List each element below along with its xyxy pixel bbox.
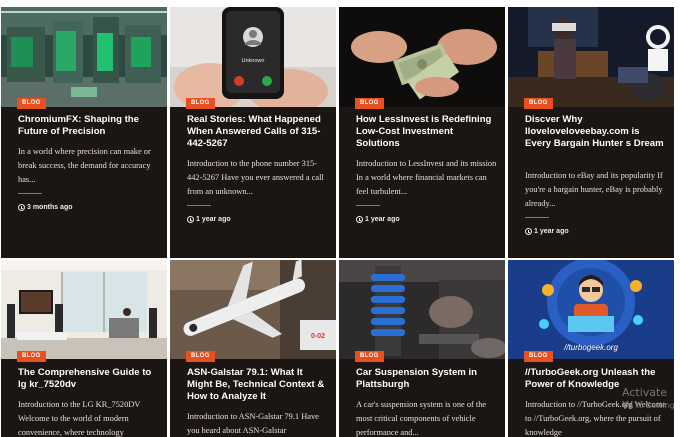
- post-grid: BLOG ChromiumFX: Shaping the Future of P…: [1, 7, 677, 437]
- post-card[interactable]: Unknown BLOG Real Stories: What Happened…: [170, 7, 336, 258]
- category-badge[interactable]: BLOG: [186, 351, 215, 362]
- clock-icon: [525, 228, 532, 235]
- category-badge[interactable]: BLOG: [524, 98, 553, 109]
- post-title[interactable]: Discver Why Iloveloveloveebay.com is Eve…: [525, 114, 665, 150]
- turbogeek-url-caption: //turbogeek.org: [563, 343, 618, 352]
- category-badge[interactable]: BLOG: [17, 98, 46, 109]
- activate-windows-hint: Go to Setting: [622, 401, 675, 410]
- clock-icon: [187, 216, 194, 223]
- category-badge[interactable]: BLOG: [17, 351, 46, 362]
- post-title[interactable]: ASN-Galstar 79.1: What It Might Be, Tech…: [187, 367, 327, 403]
- post-excerpt: Introduction to LessInvest and its missi…: [356, 159, 497, 196]
- post-card[interactable]: BLOG Discver Why Iloveloveloveebay.com i…: [508, 7, 674, 258]
- post-excerpt: Introduction to eBay and its popularity …: [525, 171, 663, 208]
- post-title[interactable]: Car Suspension System in Plattsburgh: [356, 367, 496, 391]
- category-badge[interactable]: BLOG: [186, 98, 215, 109]
- post-title[interactable]: ChromiumFX: Shaping the Future of Precis…: [18, 114, 158, 138]
- car-suspension-image[interactable]: [339, 260, 505, 359]
- category-badge[interactable]: BLOG: [524, 351, 553, 362]
- post-time-label: 1 year ago: [534, 228, 569, 235]
- divider: [356, 205, 380, 206]
- aircraft-number-label: 0-02: [311, 333, 325, 340]
- category-badge[interactable]: BLOG: [355, 351, 384, 362]
- post-excerpt: Introduction to the phone number 315-442…: [187, 159, 324, 196]
- category-badge[interactable]: BLOG: [355, 98, 384, 109]
- post-title[interactable]: How LessInvest is Redefining Low-Cost In…: [356, 114, 496, 150]
- hands-counting-money-image[interactable]: [339, 7, 505, 107]
- clock-icon: [18, 204, 25, 211]
- post-time-label: 3 months ago: [27, 204, 73, 211]
- aircraft-models-image[interactable]: 0-02: [170, 260, 336, 359]
- incoming-call-phone-image[interactable]: Unknown: [170, 7, 336, 107]
- vr-headset-room-image[interactable]: [508, 7, 674, 107]
- living-room-tv-image[interactable]: [1, 260, 167, 359]
- post-time: 1 year ago: [187, 215, 231, 224]
- post-time-label: 1 year ago: [196, 216, 231, 223]
- clock-icon: [356, 216, 363, 223]
- unknown-caller-label: Unknown: [242, 58, 265, 64]
- post-title[interactable]: Real Stories: What Happened When Answere…: [187, 114, 327, 150]
- post-time: 1 year ago: [356, 215, 400, 224]
- post-card[interactable]: BLOG The Comprehensive Guide to lg kr_75…: [1, 260, 167, 437]
- divider: [18, 193, 42, 194]
- post-card[interactable]: BLOG Car Suspension System in Plattsburg…: [339, 260, 505, 437]
- post-excerpt: Introduction to ASN-Galstar 79.1 Have yo…: [187, 412, 319, 435]
- divider: [187, 205, 211, 206]
- post-card[interactable]: BLOG How LessInvest is Redefining Low-Co…: [339, 7, 505, 258]
- industrial-machinery-image[interactable]: [1, 7, 167, 107]
- post-excerpt: Introduction to the LG KR_7520DV Welcome…: [18, 400, 141, 437]
- post-time-label: 1 year ago: [365, 216, 400, 223]
- post-title[interactable]: The Comprehensive Guide to lg kr_7520dv: [18, 367, 158, 391]
- post-card[interactable]: BLOG ChromiumFX: Shaping the Future of P…: [1, 7, 167, 258]
- post-time: 1 year ago: [525, 227, 569, 236]
- divider: [525, 217, 549, 218]
- post-excerpt: In a world where precision can make or b…: [18, 147, 151, 184]
- post-card[interactable]: 0-02 BLOG ASN-Galstar 79.1: What It Migh…: [170, 260, 336, 437]
- post-time: 3 months ago: [18, 203, 73, 212]
- turbogeek-illustration-image[interactable]: //turbogeek.org: [508, 260, 674, 359]
- post-excerpt: A car's suspension system is one of the …: [356, 400, 487, 437]
